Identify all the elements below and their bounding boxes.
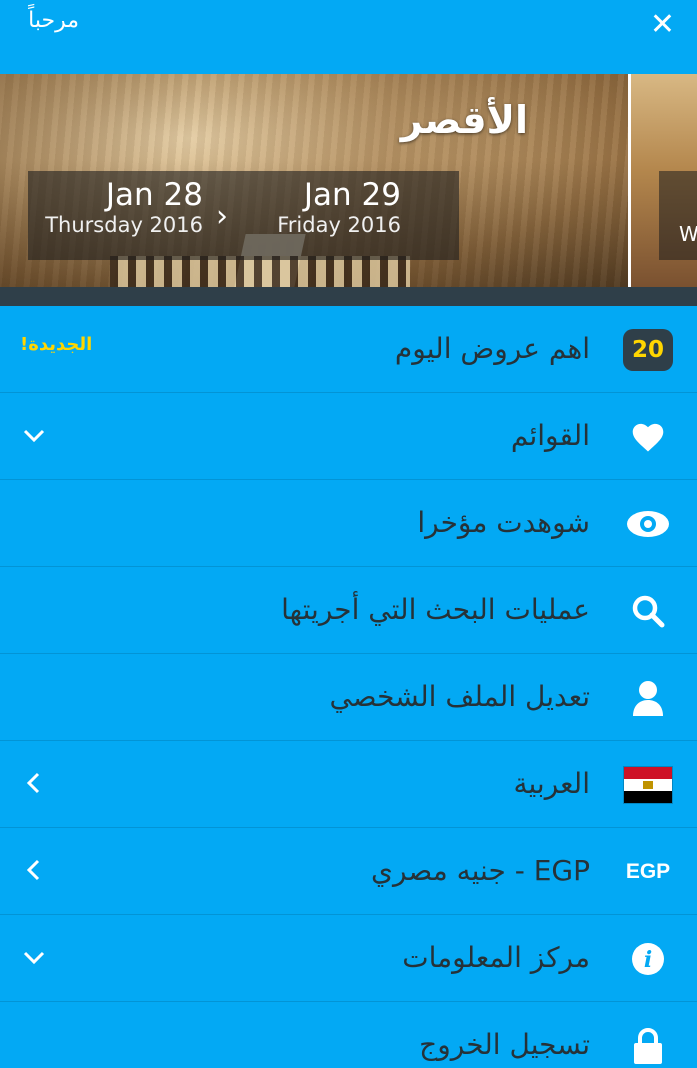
menu-item-label: شوهدت مؤخرا [417, 506, 590, 539]
menu-item-language[interactable]: العربية [0, 741, 697, 828]
menu-item-label: EGP - جنيه مصري [371, 854, 590, 887]
greeting-text: مرحباً [28, 8, 79, 33]
chevron-left-icon[interactable] [20, 769, 48, 797]
lock-icon [623, 1026, 673, 1066]
currency-code-label: EGP [625, 860, 671, 883]
divider-bar [0, 287, 697, 306]
menu-item-info-center[interactable]: i مركز المعلومات [0, 915, 697, 1002]
dates-panel[interactable]: Jan 28 Thursday 2016 › Jan 29 Friday 201… [28, 171, 459, 260]
hero-image-detail [110, 256, 410, 287]
next-card-text: W [679, 222, 697, 246]
svg-text:i: i [644, 947, 652, 973]
currency-code: EGP [623, 852, 673, 892]
menu-item-currency[interactable]: EGP EGP - جنيه مصري [0, 828, 697, 915]
deals-count: 20 [623, 329, 673, 371]
chevron-down-icon[interactable] [20, 943, 48, 971]
menu-item-searches[interactable]: عمليات البحث التي أجريتها [0, 567, 697, 654]
check-out-date: Jan 29 Friday 2016 [277, 177, 401, 237]
search-icon [623, 591, 673, 631]
menu-item-label: مركز المعلومات [402, 941, 590, 974]
chevron-right-icon: › [216, 199, 228, 234]
destination-city: الأقصر [400, 98, 528, 142]
destination-card[interactable]: الأقصر Jan 28 Thursday 2016 › Jan 29 Fri… [0, 74, 628, 287]
destination-carousel[interactable]: الأقصر Jan 28 Thursday 2016 › Jan 29 Fri… [0, 74, 697, 287]
user-icon [623, 678, 673, 718]
chevron-left-icon[interactable] [20, 856, 48, 884]
new-badge: الجديدة! [20, 334, 93, 355]
top-bar: مرحباً ✕ [0, 0, 697, 62]
check-in-day: Jan 28 [105, 177, 203, 213]
close-icon[interactable]: ✕ [650, 8, 675, 42]
menu-item-recently-viewed[interactable]: شوهدت مؤخرا [0, 480, 697, 567]
heart-icon [623, 417, 673, 457]
check-in-date: Jan 28 Thursday 2016 [45, 177, 203, 237]
next-dates-panel [659, 171, 697, 260]
menu-item-edit-profile[interactable]: تعديل الملف الشخصي [0, 654, 697, 741]
check-out-day: Jan 29 [303, 177, 401, 213]
check-out-weekday: Friday 2016 [277, 213, 401, 237]
menu-item-label: القوائم [510, 419, 590, 452]
menu-item-logout[interactable]: تسجيل الخروج [0, 1002, 697, 1068]
deals-badge: 20 [623, 329, 673, 371]
chevron-down-icon[interactable] [20, 421, 48, 449]
eye-icon [623, 504, 673, 544]
menu-item-label: تسجيل الخروج [419, 1028, 590, 1061]
menu-item-label: تعديل الملف الشخصي [329, 680, 590, 713]
menu-item-label: اهم عروض اليوم [394, 332, 590, 365]
menu-item-label: العربية [513, 767, 590, 800]
menu-item-label: عمليات البحث التي أجريتها [281, 593, 590, 626]
menu-item-lists[interactable]: القوائم [0, 393, 697, 480]
menu-item-deals[interactable]: 20 اهم عروض اليوم الجديدة! [0, 306, 697, 393]
egypt-flag-icon [623, 765, 673, 805]
info-icon: i [623, 939, 673, 979]
check-in-weekday: Thursday 2016 [45, 213, 203, 237]
next-destination-card[interactable]: W [628, 74, 697, 287]
